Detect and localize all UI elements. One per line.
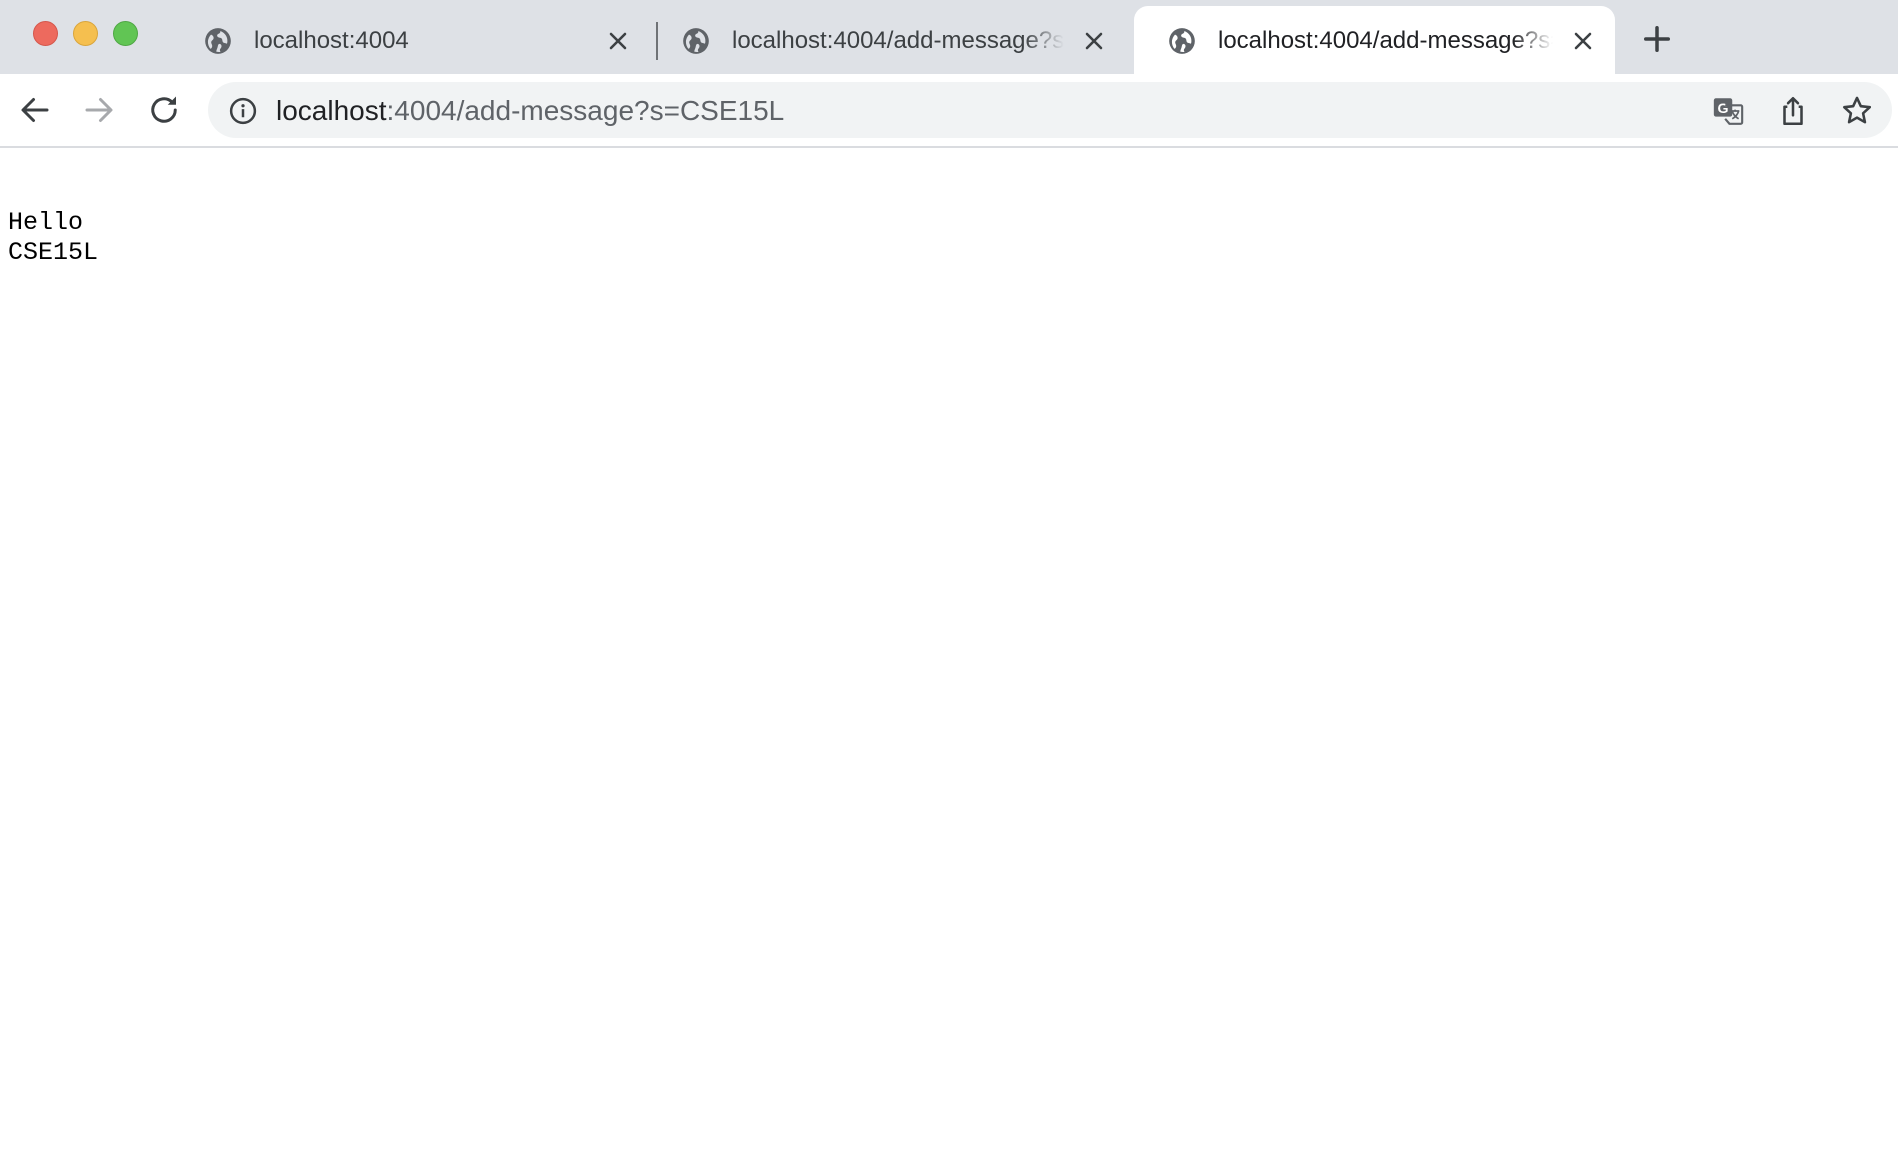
tab-title: localhost:4004/add-message?s=Hello	[732, 27, 1064, 54]
new-tab-plus-icon[interactable]	[1642, 24, 1672, 54]
message-line: Hello	[8, 208, 84, 237]
share-icon[interactable]	[1776, 94, 1810, 128]
window-minimize-button[interactable]	[73, 21, 98, 46]
tab-add-message-cse15l[interactable]: localhost:4004/add-message?s=CSE15L	[1134, 6, 1615, 74]
bookmark-star-icon[interactable]	[1840, 94, 1874, 128]
message-line: CSE15L	[8, 238, 99, 267]
window-close-button[interactable]	[33, 21, 58, 46]
message-text: Hello CSE15L	[8, 208, 98, 268]
tab-strip: localhost:4004 localhost:4004/add-messag…	[0, 0, 1898, 74]
url-text[interactable]: localhost:4004/add-message?s=CSE15L	[276, 94, 784, 128]
forward-arrow-icon[interactable]	[81, 92, 117, 128]
url-path: :4004/add-message?s=CSE15L	[386, 95, 785, 126]
svg-text:G: G	[1718, 101, 1729, 117]
browser-window: localhost:4004 localhost:4004/add-messag…	[0, 0, 1898, 1172]
globe-icon	[683, 28, 709, 54]
tab-title: localhost:4004	[254, 27, 409, 54]
browser-toolbar: localhost:4004/add-message?s=CSE15L G	[0, 74, 1898, 148]
tab-title: localhost:4004/add-message?s=CSE15L	[1218, 27, 1553, 54]
tab-add-message-hello[interactable]: localhost:4004/add-message?s=Hello	[648, 6, 1126, 74]
page-content: Hello CSE15L	[0, 148, 1898, 1172]
url-host: localhost	[276, 95, 387, 126]
globe-icon	[1169, 28, 1195, 54]
address-bar[interactable]: localhost:4004/add-message?s=CSE15L G	[208, 82, 1892, 138]
close-icon[interactable]	[1082, 29, 1106, 53]
close-icon[interactable]	[1571, 29, 1595, 53]
window-maximize-button[interactable]	[113, 21, 138, 46]
tab-localhost[interactable]: localhost:4004	[170, 6, 650, 74]
reload-icon[interactable]	[146, 92, 182, 128]
translate-icon[interactable]: G	[1711, 94, 1745, 128]
back-arrow-icon[interactable]	[17, 92, 53, 128]
globe-icon	[205, 28, 231, 54]
close-icon[interactable]	[606, 29, 630, 53]
site-info-icon[interactable]	[228, 96, 258, 126]
